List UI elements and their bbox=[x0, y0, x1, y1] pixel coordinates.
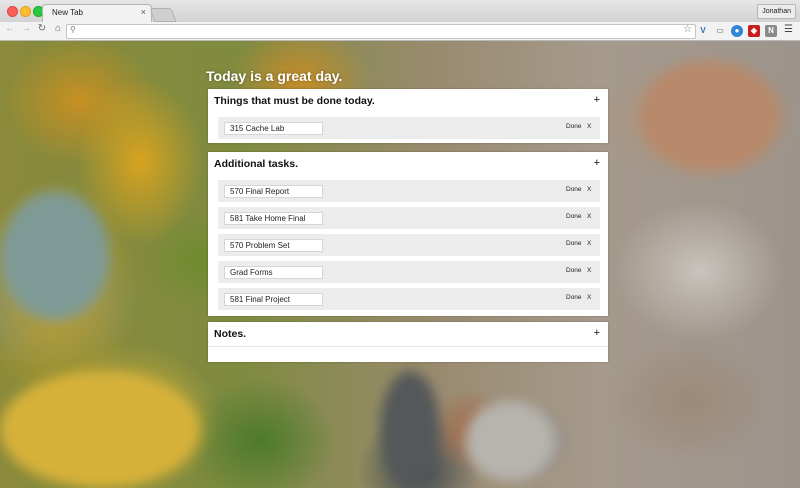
remove-button[interactable]: X bbox=[587, 186, 591, 193]
ublock-shield-icon[interactable]: ◈ bbox=[748, 25, 760, 37]
task-row: 570 Final Report Done X bbox=[218, 180, 600, 202]
task-row: 581 Final Project Done X bbox=[218, 288, 600, 310]
remove-button[interactable]: X bbox=[587, 294, 591, 301]
vimium-extension-icon[interactable]: V bbox=[697, 25, 709, 37]
address-bar[interactable]: ⚲ ☆ bbox=[66, 24, 696, 39]
done-button[interactable]: Done bbox=[566, 267, 582, 274]
card-header: Things that must be done today. + bbox=[208, 89, 608, 113]
notes-card: Notes. + bbox=[208, 322, 608, 362]
reload-icon[interactable]: ↻ bbox=[36, 23, 48, 34]
done-button[interactable]: Done bbox=[566, 294, 582, 301]
task-input[interactable]: 581 Take Home Final bbox=[224, 212, 323, 225]
add-note-button[interactable]: + bbox=[594, 327, 600, 339]
wallpaper-lake bbox=[0, 191, 110, 321]
remove-button[interactable]: X bbox=[587, 240, 591, 247]
page-heading: Today is a great day. bbox=[206, 68, 343, 84]
card-title: Things that must be done today. bbox=[214, 95, 375, 107]
wallpaper-trees bbox=[0, 371, 200, 488]
done-button[interactable]: Done bbox=[566, 213, 582, 220]
browser-toolbar: ← → ↻ ⌂ ⚲ ☆ V ▭ ● ◈ N ☰ bbox=[0, 22, 800, 41]
task-row: 570 Problem Set Done X bbox=[218, 234, 600, 256]
task-row: 581 Take Home Final Done X bbox=[218, 207, 600, 229]
browser-tab-active[interactable]: New Tab × bbox=[42, 4, 152, 23]
card-title: Additional tasks. bbox=[214, 158, 299, 170]
task-input[interactable]: Grad Forms bbox=[224, 266, 323, 279]
done-button[interactable]: Done bbox=[566, 186, 582, 193]
card-header: Additional tasks. + bbox=[208, 152, 608, 176]
remove-button[interactable]: X bbox=[587, 123, 591, 130]
profile-button[interactable]: Jonathan bbox=[757, 4, 796, 19]
task-input[interactable]: 570 Problem Set bbox=[224, 239, 323, 252]
globe-extension-icon[interactable]: ● bbox=[731, 25, 743, 37]
star-icon[interactable]: ☆ bbox=[683, 24, 692, 35]
notes-area[interactable] bbox=[208, 347, 608, 362]
back-arrow-icon[interactable]: ← bbox=[4, 23, 16, 34]
add-task-button[interactable]: + bbox=[594, 157, 600, 169]
notion-extension-icon[interactable]: N bbox=[765, 25, 777, 37]
tab-close-icon[interactable]: × bbox=[141, 7, 146, 17]
remove-button[interactable]: X bbox=[587, 267, 591, 274]
cast-icon[interactable]: ▭ bbox=[714, 25, 726, 37]
browser-titlebar: New Tab × Jonathan bbox=[0, 0, 800, 23]
task-input[interactable]: 570 Final Report bbox=[224, 185, 323, 198]
task-row: Grad Forms Done X bbox=[218, 261, 600, 283]
remove-button[interactable]: X bbox=[587, 213, 591, 220]
new-tab-button[interactable] bbox=[149, 8, 177, 22]
done-button[interactable]: Done bbox=[566, 240, 582, 247]
task-input[interactable]: 581 Final Project bbox=[224, 293, 323, 306]
tab-title: New Tab bbox=[52, 8, 83, 17]
home-icon[interactable]: ⌂ bbox=[52, 23, 64, 34]
task-row: 315 Cache Lab Done X bbox=[218, 117, 600, 139]
card-header: Notes. + bbox=[208, 322, 608, 346]
forward-arrow-icon[interactable]: → bbox=[20, 23, 32, 34]
card-title: Notes. bbox=[214, 328, 247, 340]
additional-tasks-card: Additional tasks. + 570 Final Report Don… bbox=[208, 152, 608, 316]
today-tasks-card: Things that must be done today. + 315 Ca… bbox=[208, 89, 608, 143]
wallpaper-road bbox=[380, 371, 440, 488]
task-input[interactable]: 315 Cache Lab bbox=[224, 122, 323, 135]
search-icon: ⚲ bbox=[70, 25, 76, 34]
add-task-button[interactable]: + bbox=[594, 94, 600, 106]
hamburger-menu-icon[interactable]: ☰ bbox=[784, 24, 793, 35]
done-button[interactable]: Done bbox=[566, 123, 582, 130]
wallpaper-building bbox=[640, 61, 780, 171]
minimize-window-button[interactable] bbox=[20, 6, 31, 17]
wallpaper-church bbox=[465, 401, 555, 481]
new-tab-page: Today is a great day. Things that must b… bbox=[0, 41, 800, 488]
close-window-button[interactable] bbox=[7, 6, 18, 17]
